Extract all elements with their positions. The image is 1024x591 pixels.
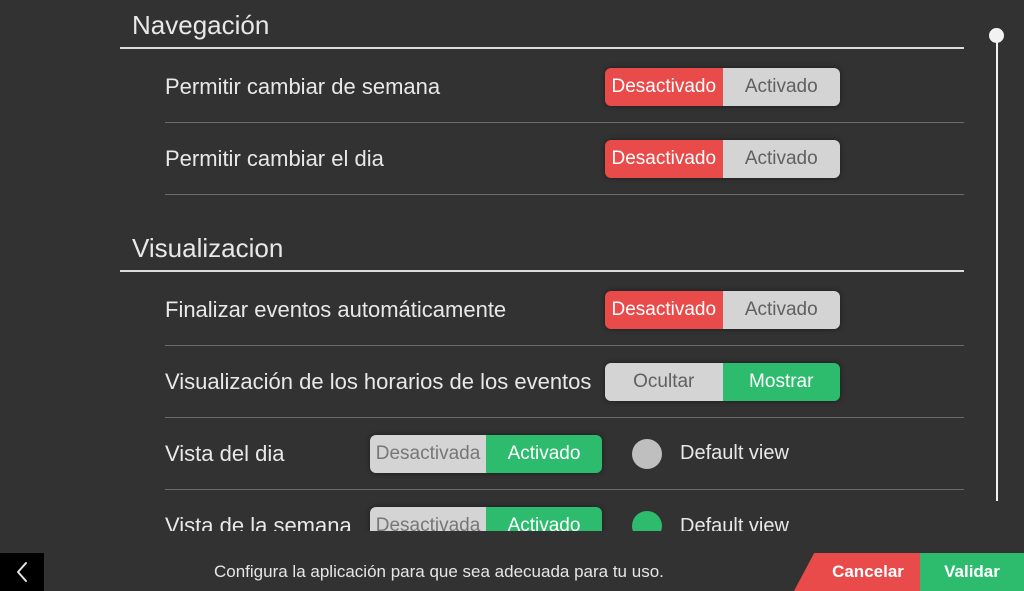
row-allow-day-change: Permitir cambiar el dia Desactivado Acti…	[165, 123, 964, 195]
bottom-bar: Configura la aplicación para que sea ade…	[0, 553, 1024, 591]
scrollbar-thumb[interactable]	[989, 28, 1004, 43]
label-allow-week: Permitir cambiar de semana	[165, 74, 605, 100]
chevron-left-icon	[15, 561, 29, 583]
row-auto-end-events: Finalizar eventos automáticamente Desact…	[165, 274, 964, 346]
toggle-allow-week-off[interactable]: Desactivado	[605, 68, 723, 106]
toggle-allow-day[interactable]: Desactivado Activado	[605, 140, 840, 178]
toggle-week-view[interactable]: Desactivada Activado	[370, 507, 602, 531]
radio-week-default[interactable]: Default view	[632, 511, 789, 531]
toggle-week-view-off[interactable]: Desactivada	[370, 507, 486, 531]
toggle-event-times[interactable]: Ocultar Mostrar	[605, 363, 840, 401]
toggle-day-view-off[interactable]: Desactivada	[370, 435, 486, 473]
settings-panel: Navegación Permitir cambiar de semana De…	[120, 0, 964, 531]
back-button[interactable]	[0, 553, 44, 591]
toggle-week-view-on[interactable]: Activado	[486, 507, 602, 531]
section-title-navigation: Navegación	[120, 0, 964, 47]
toggle-auto-end[interactable]: Desactivado Activado	[605, 291, 840, 329]
toggle-allow-week[interactable]: Desactivado Activado	[605, 68, 840, 106]
toggle-auto-end-off[interactable]: Desactivado	[605, 291, 723, 329]
validate-button[interactable]: Validar	[920, 553, 1024, 591]
toggle-auto-end-on[interactable]: Activado	[723, 291, 841, 329]
row-day-view: Vista del dia Desactivada Activado Defau…	[165, 418, 964, 490]
toggle-day-view[interactable]: Desactivada Activado	[370, 435, 602, 473]
section-underline	[120, 270, 964, 272]
cancel-button[interactable]: Cancelar	[816, 553, 920, 591]
toggle-event-times-on[interactable]: Mostrar	[723, 363, 841, 401]
toggle-allow-day-on[interactable]: Activado	[723, 140, 841, 178]
row-allow-week-change: Permitir cambiar de semana Desactivado A…	[165, 51, 964, 123]
toggle-day-view-on[interactable]: Activado	[486, 435, 602, 473]
section-underline	[120, 47, 964, 49]
radio-week-default-indicator[interactable]	[632, 511, 662, 531]
radio-day-default[interactable]: Default view	[632, 439, 789, 469]
toggle-allow-week-on[interactable]: Activado	[723, 68, 841, 106]
label-auto-end: Finalizar eventos automáticamente	[165, 297, 605, 323]
label-week-view: Vista de la semana	[165, 513, 370, 531]
scrollbar-track[interactable]	[996, 36, 998, 501]
footer-hint: Configura la aplicación para que sea ade…	[44, 553, 816, 591]
radio-week-default-label: Default view	[680, 515, 789, 532]
toggle-event-times-off[interactable]: Ocultar	[605, 363, 723, 401]
label-event-times: Visualización de los horarios de los eve…	[165, 369, 605, 395]
row-event-times: Visualización de los horarios de los eve…	[165, 346, 964, 418]
label-day-view: Vista del dia	[165, 441, 370, 467]
label-allow-day: Permitir cambiar el dia	[165, 146, 605, 172]
toggle-allow-day-off[interactable]: Desactivado	[605, 140, 723, 178]
section-title-visualization: Visualizacion	[120, 223, 964, 270]
radio-day-default-label: Default view	[680, 442, 789, 465]
row-week-view: Vista de la semana Desactivada Activado …	[165, 490, 964, 531]
radio-day-default-indicator[interactable]	[632, 439, 662, 469]
